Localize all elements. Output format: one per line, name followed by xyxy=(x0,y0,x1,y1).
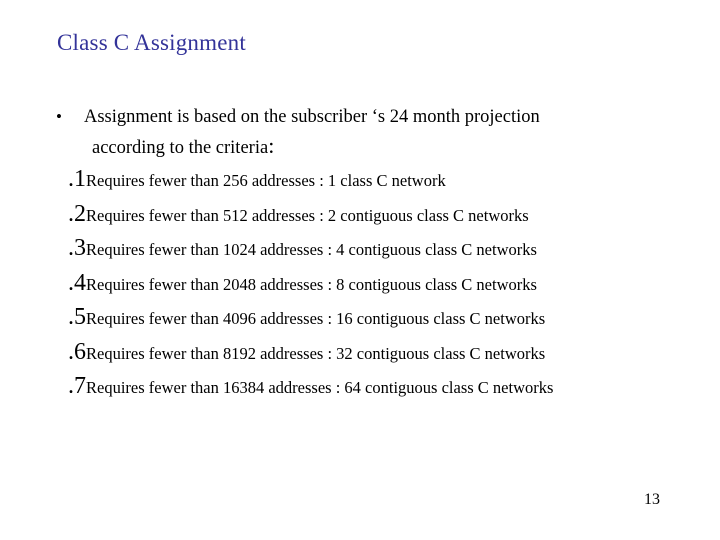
list-item: .2Requires fewer than 512 addresses : 2 … xyxy=(68,201,706,236)
page-title: Class C Assignment xyxy=(57,30,246,55)
slide-body: • Assignment is based on the subscriber … xyxy=(46,108,706,408)
list-item-text: Requires fewer than 512 addresses : 2 co… xyxy=(86,205,529,225)
list-item-number: .3 xyxy=(68,235,86,261)
list-item: .5Requires fewer than 4096 addresses : 1… xyxy=(68,304,706,339)
list-item-number: .1 xyxy=(68,166,86,192)
list-item: .4Requires fewer than 2048 addresses : 8… xyxy=(68,270,706,305)
bullet-line-2-colon: : xyxy=(268,132,275,158)
bullet-line-2-wrap: according to the criteria: xyxy=(92,132,706,158)
list-item-text: Requires fewer than 8192 addresses : 32 … xyxy=(86,343,546,363)
list-item-number: .6 xyxy=(68,338,86,365)
list-item: .3Requires fewer than 1024 addresses : 4… xyxy=(68,235,706,270)
bullet-item: • Assignment is based on the subscriber … xyxy=(46,108,706,157)
numbered-list: .1Requires fewer than 256 addresses : 1 … xyxy=(46,166,706,408)
list-item-number: .2 xyxy=(68,200,86,227)
list-item-number: .7 xyxy=(68,373,86,399)
list-item-text: Requires fewer than 4096 addresses : 16 … xyxy=(86,309,546,328)
slide: Class C Assignment • Assignment is based… xyxy=(0,0,720,540)
list-item-text: Requires fewer than 2048 addresses : 8 c… xyxy=(86,274,537,294)
list-item-number: .4 xyxy=(68,269,86,296)
bullet-line-1: Assignment is based on the subscriber ‘s… xyxy=(84,107,540,127)
list-item-text: Requires fewer than 1024 addresses : 4 c… xyxy=(86,240,537,259)
list-item: .6Requires fewer than 8192 addresses : 3… xyxy=(68,339,706,374)
bullet-marker-icon: • xyxy=(56,107,62,126)
bullet-line-2: according to the criteria xyxy=(92,137,269,158)
list-item-text: Requires fewer than 256 addresses : 1 cl… xyxy=(86,171,446,190)
list-item-text: Requires fewer than 16384 addresses : 64… xyxy=(86,378,554,397)
list-item-number: .5 xyxy=(68,304,86,330)
list-item: .7Requires fewer than 16384 addresses : … xyxy=(68,373,706,408)
list-item: .1Requires fewer than 256 addresses : 1 … xyxy=(68,166,706,201)
page-number: 13 xyxy=(644,491,660,508)
